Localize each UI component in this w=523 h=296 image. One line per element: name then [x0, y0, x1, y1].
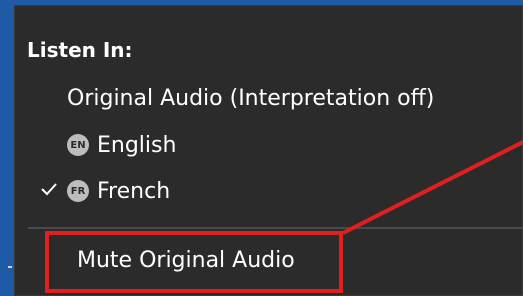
checkmark-icon	[41, 183, 57, 196]
menu-item-original-audio[interactable]: Original Audio (Interpretation off)	[67, 82, 434, 114]
window-background-left	[0, 0, 14, 296]
menu-item-label: French	[97, 178, 171, 204]
menu-item-english[interactable]: EN English	[67, 129, 176, 161]
french-language-badge-icon: FR	[67, 180, 89, 202]
menu-item-french[interactable]: FR French	[67, 175, 170, 207]
listen-in-header: Listen In:	[27, 38, 133, 62]
english-language-badge-icon: EN	[67, 134, 89, 156]
background-tick	[8, 266, 12, 268]
menu-divider	[28, 227, 523, 229]
menu-item-label: Mute Original Audio	[77, 248, 295, 273]
menu-item-label: English	[97, 132, 177, 158]
mute-original-audio-item[interactable]: Mute Original Audio	[47, 233, 339, 288]
menu-item-label: Original Audio (Interpretation off)	[67, 85, 435, 111]
